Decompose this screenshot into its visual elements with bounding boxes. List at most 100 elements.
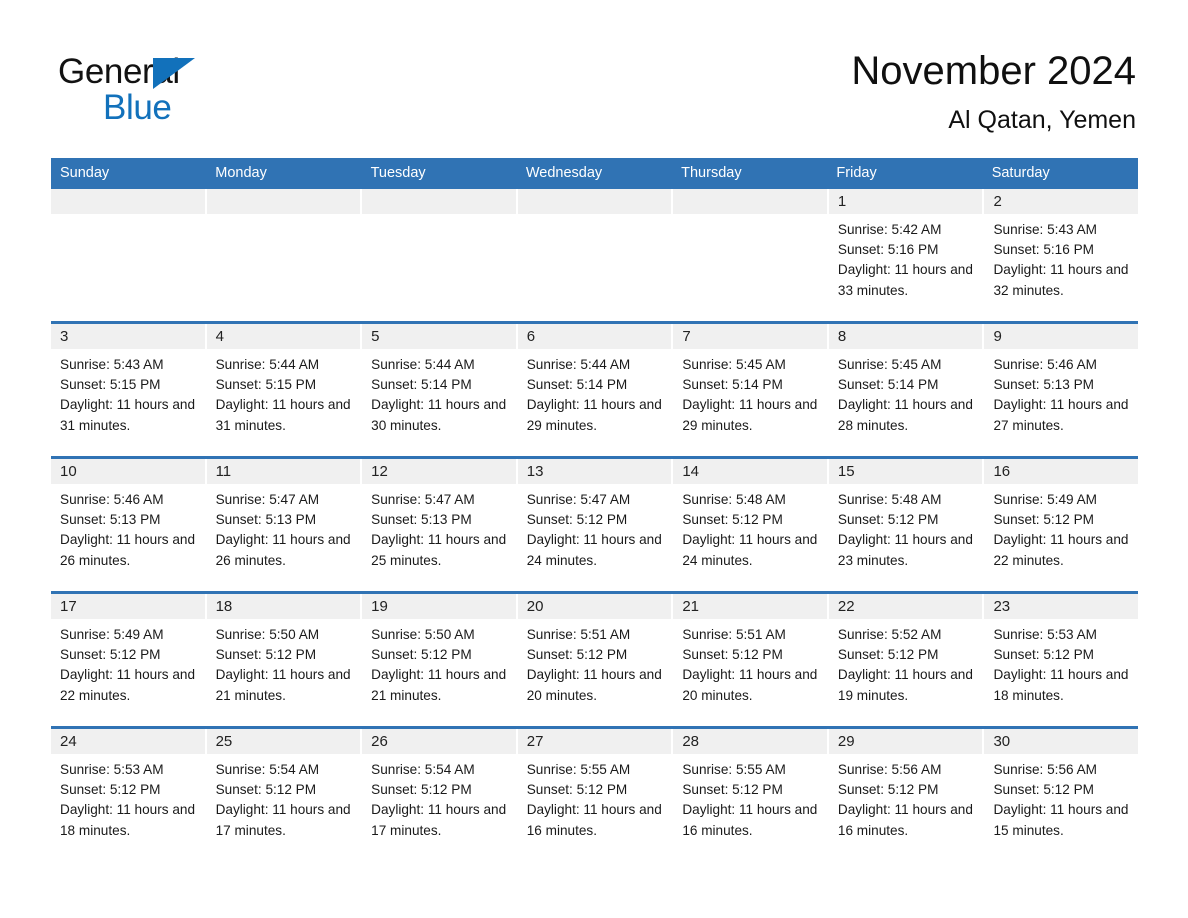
calendar-day-cell[interactable]: 6 Sunrise: 5:44 AM Sunset: 5:14 PM Daylight… xyxy=(517,324,674,456)
calendar-day-cell[interactable]: 14 Sunrise: 5:48 AM Sunset: 5:12 PM Dayligh… xyxy=(673,459,829,591)
day-number-band: 24 xyxy=(51,729,205,754)
calendar-day-cell[interactable]: 16 Sunrise: 5:49 AM Sunset: 5:12 PM Dayligh… xyxy=(984,459,1139,591)
sunset-text: Sunset: 5:12 PM xyxy=(526,512,628,528)
calendar-page: General Blue November 2024 Al Qatan, Yem… xyxy=(0,0,1188,918)
sunrise-text: Sunrise: 5:54 AM xyxy=(215,762,320,777)
weekday-header-sunday: Sunday xyxy=(60,165,110,181)
sunrise-text: Sunrise: 5:45 AM xyxy=(837,357,942,372)
daylight-text: Daylight: 11 hours and 20 minutes. xyxy=(682,667,818,703)
calendar-grid: Sunday Monday Tuesday Wednesday Thursday Frid… xyxy=(51,158,1139,861)
day-number: 19 xyxy=(371,598,388,615)
sunrise-text: Sunrise: 5:48 AM xyxy=(682,492,786,507)
day-number: 16 xyxy=(993,463,1011,480)
day-number: 2 xyxy=(993,193,1002,210)
day-number-band xyxy=(673,189,827,214)
daylight-text: Daylight: 11 hours and 32 minutes. xyxy=(993,262,1129,298)
location-subtitle: Al Qatan, Yemen xyxy=(948,106,1136,134)
day-number-band: 8 xyxy=(828,324,983,349)
day-number-band: 5 xyxy=(362,324,516,349)
calendar-day-cell[interactable]: 8 Sunrise: 5:45 AM Sunset: 5:14 PM Daylight… xyxy=(828,324,985,456)
day-sun-info: Sunrise: 5:43 AM Sunset: 5:16 PM Daylight:… xyxy=(984,214,1138,301)
day-number-band: 7 xyxy=(673,324,827,349)
sunset-text: Sunset: 5:16 PM xyxy=(837,242,939,258)
day-sun-info: Sunrise: 5:55 AM Sunset: 5:12 PM Daylight:… xyxy=(673,754,827,841)
calendar-day-cell[interactable]: 23 Sunrise: 5:53 AM Sunset: 5:12 PM Dayligh… xyxy=(984,594,1139,726)
day-number: 14 xyxy=(682,463,699,480)
calendar-day-cell[interactable]: 10 Sunrise: 5:46 AM Sunset: 5:13 PM Dayligh… xyxy=(51,459,207,591)
sunset-text: Sunset: 5:15 PM xyxy=(60,377,161,393)
day-sun-info: Sunrise: 5:52 AM Sunset: 5:12 PM Daylight:… xyxy=(829,619,983,706)
calendar-day-cell[interactable]: 3 Sunrise: 5:43 AM Sunset: 5:15 PM Daylight… xyxy=(51,324,207,456)
sunrise-text: Sunrise: 5:46 AM xyxy=(993,357,1097,372)
calendar-day-cell-empty xyxy=(51,189,207,321)
day-number-band xyxy=(206,189,361,214)
day-number-band: 23 xyxy=(984,594,1139,619)
calendar-day-cell[interactable]: 19 Sunrise: 5:50 AM Sunset: 5:12 PM Dayligh… xyxy=(362,594,518,726)
weekday-header-monday: Monday xyxy=(215,165,267,181)
sunset-text: Sunset: 5:13 PM xyxy=(60,512,161,528)
day-number-band: 9 xyxy=(984,324,1139,349)
brand-logo[interactable]: General Blue xyxy=(58,52,318,132)
day-number: 30 xyxy=(993,733,1011,750)
daylight-text: Daylight: 11 hours and 17 minutes. xyxy=(371,802,507,838)
day-number: 26 xyxy=(371,733,388,750)
sunset-text: Sunset: 5:12 PM xyxy=(993,782,1094,798)
day-sun-info: Sunrise: 5:54 AM Sunset: 5:12 PM Daylight:… xyxy=(362,754,516,841)
calendar-day-cell[interactable]: 17 Sunrise: 5:49 AM Sunset: 5:12 PM Dayligh… xyxy=(51,594,207,726)
sunset-text: Sunset: 5:12 PM xyxy=(526,647,628,663)
calendar-day-cell[interactable]: 25 Sunrise: 5:54 AM Sunset: 5:12 PM Dayligh… xyxy=(206,729,363,861)
day-number: 29 xyxy=(837,733,855,750)
calendar-day-cell[interactable]: 21 Sunrise: 5:51 AM Sunset: 5:12 PM Dayligh… xyxy=(673,594,829,726)
calendar-day-cell[interactable]: 27 Sunrise: 5:55 AM Sunset: 5:12 PM Dayligh… xyxy=(517,729,674,861)
daylight-text: Daylight: 11 hours and 17 minutes. xyxy=(215,802,351,838)
sunrise-text: Sunrise: 5:43 AM xyxy=(60,357,164,372)
day-number-band: 1 xyxy=(828,189,983,214)
day-sun-info: Sunrise: 5:54 AM Sunset: 5:12 PM Daylight:… xyxy=(207,754,361,841)
day-sun-info: Sunrise: 5:50 AM Sunset: 5:12 PM Daylight:… xyxy=(207,619,361,706)
day-number-band: 25 xyxy=(206,729,361,754)
calendar-day-cell[interactable]: 5 Sunrise: 5:44 AM Sunset: 5:14 PM Daylight… xyxy=(362,324,518,456)
day-number-band: 3 xyxy=(51,324,205,349)
calendar-day-cell[interactable]: 24 Sunrise: 5:53 AM Sunset: 5:12 PM Dayligh… xyxy=(51,729,207,861)
calendar-day-cell[interactable]: 18 Sunrise: 5:50 AM Sunset: 5:12 PM Dayligh… xyxy=(206,594,363,726)
day-number: 22 xyxy=(837,598,855,615)
day-number-band: 22 xyxy=(828,594,983,619)
calendar-day-cell[interactable]: 1 Sunrise: 5:42 AM Sunset: 5:16 PM Daylight… xyxy=(828,189,985,321)
daylight-text: Daylight: 11 hours and 15 minutes. xyxy=(993,802,1129,838)
day-number: 7 xyxy=(682,328,691,345)
calendar-day-cell[interactable]: 26 Sunrise: 5:54 AM Sunset: 5:12 PM Dayligh… xyxy=(362,729,518,861)
calendar-day-cell[interactable]: 7 Sunrise: 5:45 AM Sunset: 5:14 PM Daylight… xyxy=(673,324,829,456)
calendar-day-cell[interactable]: 28 Sunrise: 5:55 AM Sunset: 5:12 PM Dayligh… xyxy=(673,729,829,861)
calendar-day-cell[interactable]: 29 Sunrise: 5:56 AM Sunset: 5:12 PM Dayligh… xyxy=(828,729,985,861)
day-number: 8 xyxy=(837,328,847,345)
calendar-day-cell[interactable]: 13 Sunrise: 5:47 AM Sunset: 5:12 PM Dayligh… xyxy=(517,459,674,591)
daylight-text: Daylight: 11 hours and 24 minutes. xyxy=(526,532,662,568)
sunset-text: Sunset: 5:12 PM xyxy=(371,647,472,663)
day-number-band: 21 xyxy=(673,594,827,619)
sunrise-text: Sunrise: 5:47 AM xyxy=(215,492,320,507)
day-sun-info: Sunrise: 5:45 AM Sunset: 5:14 PM Daylight:… xyxy=(673,349,827,436)
day-sun-info: Sunrise: 5:53 AM Sunset: 5:12 PM Daylight:… xyxy=(984,619,1138,706)
day-sun-info: Sunrise: 5:56 AM Sunset: 5:12 PM Daylight:… xyxy=(984,754,1138,841)
calendar-day-cell[interactable]: 15 Sunrise: 5:48 AM Sunset: 5:12 PM Dayligh… xyxy=(828,459,985,591)
day-number: 18 xyxy=(215,598,233,615)
sunset-text: Sunset: 5:12 PM xyxy=(993,647,1094,663)
calendar-day-cell[interactable]: 30 Sunrise: 5:56 AM Sunset: 5:12 PM Dayligh… xyxy=(984,729,1139,861)
calendar-day-cell[interactable]: 2 Sunrise: 5:43 AM Sunset: 5:16 PM Daylight… xyxy=(984,189,1139,321)
daylight-text: Daylight: 11 hours and 28 minutes. xyxy=(837,397,973,433)
calendar-day-cell[interactable]: 4 Sunrise: 5:44 AM Sunset: 5:15 PM Daylight… xyxy=(206,324,363,456)
sunset-text: Sunset: 5:14 PM xyxy=(837,377,939,393)
day-number: 4 xyxy=(215,328,224,345)
sunrise-text: Sunrise: 5:47 AM xyxy=(526,492,631,507)
sunrise-text: Sunrise: 5:52 AM xyxy=(837,627,942,642)
calendar-day-cell[interactable]: 20 Sunrise: 5:51 AM Sunset: 5:12 PM Dayligh… xyxy=(517,594,674,726)
daylight-text: Daylight: 11 hours and 29 minutes. xyxy=(526,397,662,433)
day-number-band: 14 xyxy=(673,459,827,484)
sunset-text: Sunset: 5:13 PM xyxy=(993,377,1094,393)
day-number: 24 xyxy=(60,733,77,750)
calendar-day-cell[interactable]: 11 Sunrise: 5:47 AM Sunset: 5:13 PM Dayligh… xyxy=(206,459,363,591)
calendar-day-cell[interactable]: 22 Sunrise: 5:52 AM Sunset: 5:12 PM Dayligh… xyxy=(828,594,985,726)
calendar-day-cell[interactable]: 12 Sunrise: 5:47 AM Sunset: 5:13 PM Dayligh… xyxy=(362,459,518,591)
calendar-day-cell[interactable]: 9 Sunrise: 5:46 AM Sunset: 5:13 PM Daylight… xyxy=(984,324,1139,456)
sunset-text: Sunset: 5:16 PM xyxy=(993,242,1094,258)
